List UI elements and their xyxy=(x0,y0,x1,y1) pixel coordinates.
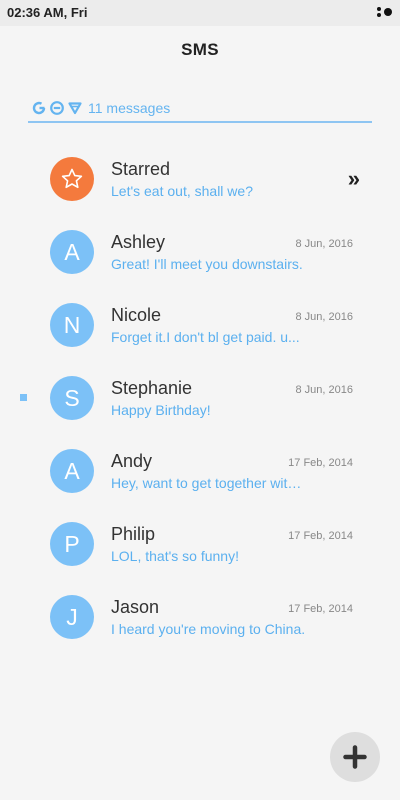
message-preview: I heard you're moving to China. xyxy=(111,621,306,637)
message-preview: Let's eat out, shall we? xyxy=(111,183,253,199)
message-date: 17 Feb, 2014 xyxy=(288,530,353,542)
avatar: S xyxy=(50,376,94,420)
avatar: N xyxy=(50,303,94,347)
contact-name: Stephanie xyxy=(111,378,193,398)
starred-row[interactable]: Starred Let's eat out, shall we? » xyxy=(0,146,400,219)
contact-name: Ashley xyxy=(111,232,166,252)
avatar xyxy=(50,157,94,201)
star-icon xyxy=(61,168,83,189)
plus-icon xyxy=(343,745,367,769)
conversation-row[interactable]: S Stephanie 8 Jun, 2016 Happy Birthday! xyxy=(0,365,400,438)
message-date: 8 Jun, 2016 xyxy=(295,238,354,250)
message-preview: Great! I'll meet you downstairs. xyxy=(111,256,303,272)
notification-dots-icon xyxy=(377,7,381,17)
message-date: 8 Jun, 2016 xyxy=(295,311,354,323)
status-bar: 02:36 AM, Fri xyxy=(0,0,400,26)
conversation-row[interactable]: A Andy 17 Feb, 2014 Hey, want to get tog… xyxy=(0,438,400,511)
conversation-row[interactable]: P Philip 17 Feb, 2014 LOL, that's so fun… xyxy=(0,511,400,584)
message-date: 17 Feb, 2014 xyxy=(288,457,353,469)
contact-name: Philip xyxy=(111,524,156,544)
conversation-row[interactable]: J Jason 17 Feb, 2014 I heard you're movi… xyxy=(0,584,400,657)
conversation-list: Starred Let's eat out, shall we? » A Ash… xyxy=(0,146,400,657)
double-chevron-right-icon[interactable]: » xyxy=(348,168,360,190)
contact-name: Starred xyxy=(111,159,171,179)
refresh-icon[interactable] xyxy=(31,100,47,116)
avatar: A xyxy=(50,449,94,493)
message-count: 11 messages xyxy=(88,100,171,116)
avatar: A xyxy=(50,230,94,274)
message-date: 8 Jun, 2016 xyxy=(295,384,354,396)
selection-marker xyxy=(20,394,27,401)
conversation-row[interactable]: A Ashley 8 Jun, 2016 Great! I'll meet yo… xyxy=(0,219,400,292)
status-icons xyxy=(377,7,392,17)
message-preview: LOL, that's so funny! xyxy=(111,548,239,564)
filter-bar: 11 messages xyxy=(28,95,372,123)
message-date: 17 Feb, 2014 xyxy=(288,603,353,615)
message-preview: Forget it.I don't bl get paid. u... xyxy=(111,329,300,345)
message-preview: Happy Birthday! xyxy=(111,402,211,418)
contact-name: Nicole xyxy=(111,305,162,325)
message-preview: Hey, want to get together with us? xyxy=(111,475,309,491)
avatar: P xyxy=(50,522,94,566)
contact-name: Jason xyxy=(111,597,160,617)
avatar: J xyxy=(50,595,94,639)
conversation-row[interactable]: N Nicole 8 Jun, 2016 Forget it.I don't b… xyxy=(0,292,400,365)
new-message-button[interactable] xyxy=(330,732,380,782)
contact-name: Andy xyxy=(111,451,153,471)
status-time: 02:36 AM, Fri xyxy=(7,5,88,20)
status-indicator-icon xyxy=(384,8,392,16)
page-title: SMS xyxy=(181,40,219,59)
filter-icons xyxy=(31,100,83,116)
minus-circle-icon[interactable] xyxy=(49,100,65,116)
filter-icon[interactable] xyxy=(67,100,83,116)
